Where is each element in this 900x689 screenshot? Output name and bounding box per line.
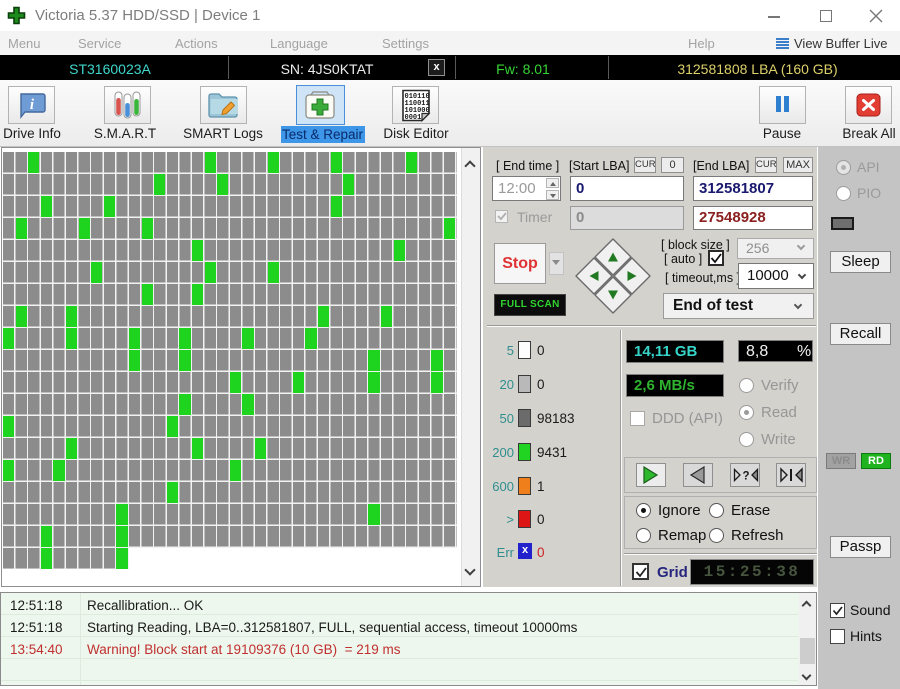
svg-text:?: ? bbox=[743, 471, 750, 483]
svg-text:0001: 0001 bbox=[405, 114, 422, 122]
